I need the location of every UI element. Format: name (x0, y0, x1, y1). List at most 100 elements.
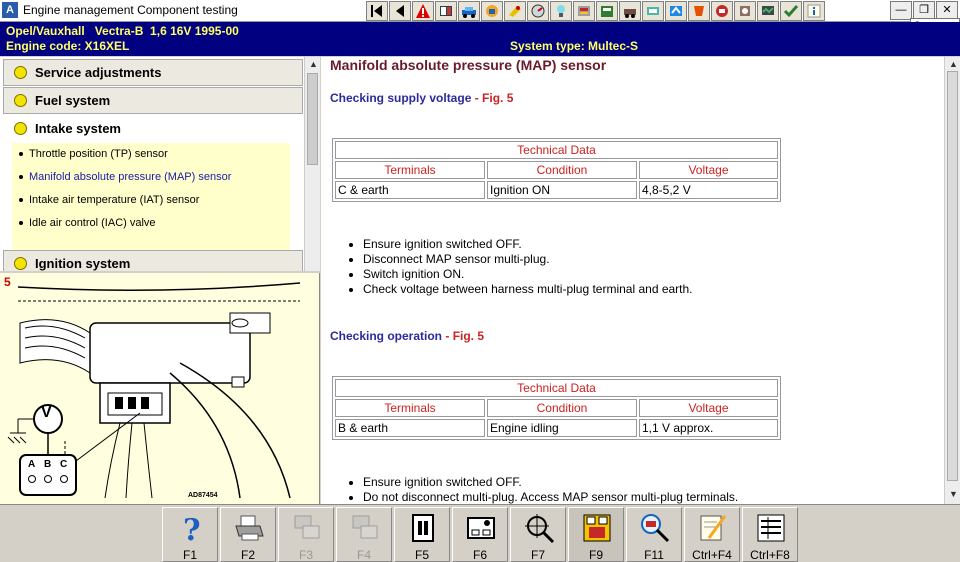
note-pen-icon (700, 515, 727, 541)
list-icon (757, 514, 785, 542)
content-scroll-thumb[interactable] (947, 71, 958, 481)
table-cell: 4,8-5,2 V (639, 181, 778, 199)
f1-help-button[interactable]: ? F1 (162, 507, 218, 562)
help-icon: ? (183, 513, 201, 544)
fuel-icon[interactable] (504, 1, 526, 21)
fig-link[interactable]: Fig. 5 (482, 91, 513, 105)
info-icon[interactable] (803, 1, 825, 21)
belt-icon[interactable] (573, 1, 595, 21)
nav-iat-sensor[interactable]: Intake air temperature (IAT) sensor (19, 194, 199, 206)
nav-iac-valve[interactable]: Idle air control (IAC) valve (19, 217, 156, 229)
page-title: Manifold absolute pressure (MAP) sensor (330, 57, 607, 73)
bullet-icon (14, 257, 27, 270)
col-header: Terminals (335, 161, 485, 179)
system-type: System type: Multec-S (510, 39, 639, 53)
content-scrollbar[interactable]: ▲ ▼ (944, 57, 960, 504)
magnifier-icon (641, 514, 670, 543)
instruction-list: Ensure ignition switched OFF. Disconnect… (347, 237, 693, 297)
navigation-tree: Service adjustments Fuel system Intake s… (0, 57, 320, 271)
technical-data-table: Technical Data Terminals Condition Volta… (332, 138, 781, 202)
content-pane: Manifold absolute pressure (MAP) sensor … (321, 57, 944, 504)
nav-ignition-system[interactable]: Ignition system (3, 250, 303, 271)
section-heading-operation: Checking operation - Fig. 5 (330, 329, 485, 343)
list-item: Disconnect MAP sensor multi-plug. (363, 252, 693, 267)
table-cell: Ignition ON (487, 181, 637, 199)
minimize-button[interactable]: — (890, 1, 912, 20)
bullet-icon (14, 66, 27, 79)
ctrl-f4-button[interactable]: Ctrl+F4 (684, 507, 740, 562)
book-icon[interactable] (435, 1, 457, 21)
table-cell: 1,1 V approx. (639, 419, 778, 437)
figure-code: AD87454 (188, 492, 218, 499)
prev-icon[interactable] (389, 1, 411, 21)
list-item: Check voltage between harness multi-plug… (363, 282, 693, 297)
copy-icon (294, 515, 320, 539)
nav-service-adjustments[interactable]: Service adjustments (3, 59, 303, 86)
nav-tp-sensor[interactable]: Throttle position (TP) sensor (19, 148, 168, 160)
vehicle-info-bar: Opel/Vauxhall Vectra-B 1,6 16V 1995-00 E… (0, 22, 960, 56)
bullet-icon (14, 122, 27, 135)
list-item: Ensure ignition switched OFF. (363, 237, 693, 252)
f2-print-button[interactable]: F2 (220, 507, 276, 562)
battery-icon[interactable] (596, 1, 618, 21)
vehicle-model: Opel/Vauxhall Vectra-B 1,6 16V 1995-00 (6, 24, 239, 38)
f9-button[interactable]: F9 (568, 507, 624, 562)
map-sensor-diagram (7, 282, 301, 499)
function-key-bar: ? F1 F2 F3 F4 F5 F6 F7 F9 F11 Ctrl+F4 Ct… (0, 504, 960, 562)
f4-button[interactable]: F4 (336, 507, 392, 562)
col-header: Voltage (639, 161, 778, 179)
nav-fuel-system[interactable]: Fuel system (3, 87, 303, 114)
diagnostics-icon[interactable] (757, 1, 779, 21)
sensor-icon[interactable] (734, 1, 756, 21)
col-header: Condition (487, 161, 637, 179)
col-header: Voltage (639, 399, 778, 417)
col-header: Terminals (335, 399, 485, 417)
list-item: Ensure ignition switched OFF. (363, 475, 738, 490)
numbered-connector-icon (583, 514, 611, 542)
app-icon: A (2, 2, 18, 18)
ctrl-f8-button[interactable]: Ctrl+F8 (742, 507, 798, 562)
gearbox-icon[interactable] (665, 1, 687, 21)
section-heading-supply: Checking supply voltage - Fig. 5 (330, 91, 514, 105)
seat-icon[interactable] (688, 1, 710, 21)
table-cell: C & earth (335, 181, 485, 199)
connector-pins-icon (467, 517, 495, 539)
bullet-icon (14, 94, 27, 107)
f11-button[interactable]: F11 (626, 507, 682, 562)
nav-map-sensor[interactable]: Manifold absolute pressure (MAP) sensor (19, 171, 231, 183)
col-header: Condition (487, 399, 637, 417)
terminal-label-c: C (60, 459, 68, 470)
gauge-icon[interactable] (527, 1, 549, 21)
f7-button[interactable]: F7 (510, 507, 566, 562)
f3-button[interactable]: F3 (278, 507, 334, 562)
technical-data-table: Technical Data Terminals Condition Volta… (332, 376, 781, 440)
table-caption: Technical Data (335, 141, 778, 159)
terminal-label-a: A (28, 459, 36, 470)
f6-button[interactable]: F6 (452, 507, 508, 562)
f5-button[interactable]: F5 (394, 507, 450, 562)
copy-icon (352, 515, 378, 539)
lamp-icon[interactable] (550, 1, 572, 21)
warning-icon[interactable] (412, 1, 434, 21)
check-icon[interactable] (780, 1, 802, 21)
title-bar: A Engine management Component testing — … (0, 0, 960, 22)
car-icon[interactable] (458, 1, 480, 21)
voltmeter-label: V (41, 404, 52, 421)
lift-icon[interactable] (711, 1, 733, 21)
fig-link[interactable]: Fig. 5 (453, 329, 484, 343)
nav-intake-system[interactable]: Intake system (3, 115, 303, 142)
figure-panel: 5 V A B C AD87454 (0, 273, 320, 505)
printer-icon (235, 515, 264, 541)
terminal-label-b: B (44, 459, 52, 470)
toolbar (366, 1, 826, 21)
first-icon[interactable] (366, 1, 388, 21)
nav-scroll-thumb[interactable] (307, 73, 318, 165)
table-cell: Engine idling (487, 419, 637, 437)
list-item: Switch ignition ON. (363, 267, 693, 282)
nav-scrollbar[interactable]: ▲ (304, 57, 320, 271)
table-caption: Technical Data (335, 379, 778, 397)
brake-icon[interactable] (642, 1, 664, 21)
oil-can-icon[interactable] (481, 1, 503, 21)
wheel-icon[interactable] (619, 1, 641, 21)
instruction-list: Ensure ignition switched OFF. Do not dis… (347, 475, 738, 504)
